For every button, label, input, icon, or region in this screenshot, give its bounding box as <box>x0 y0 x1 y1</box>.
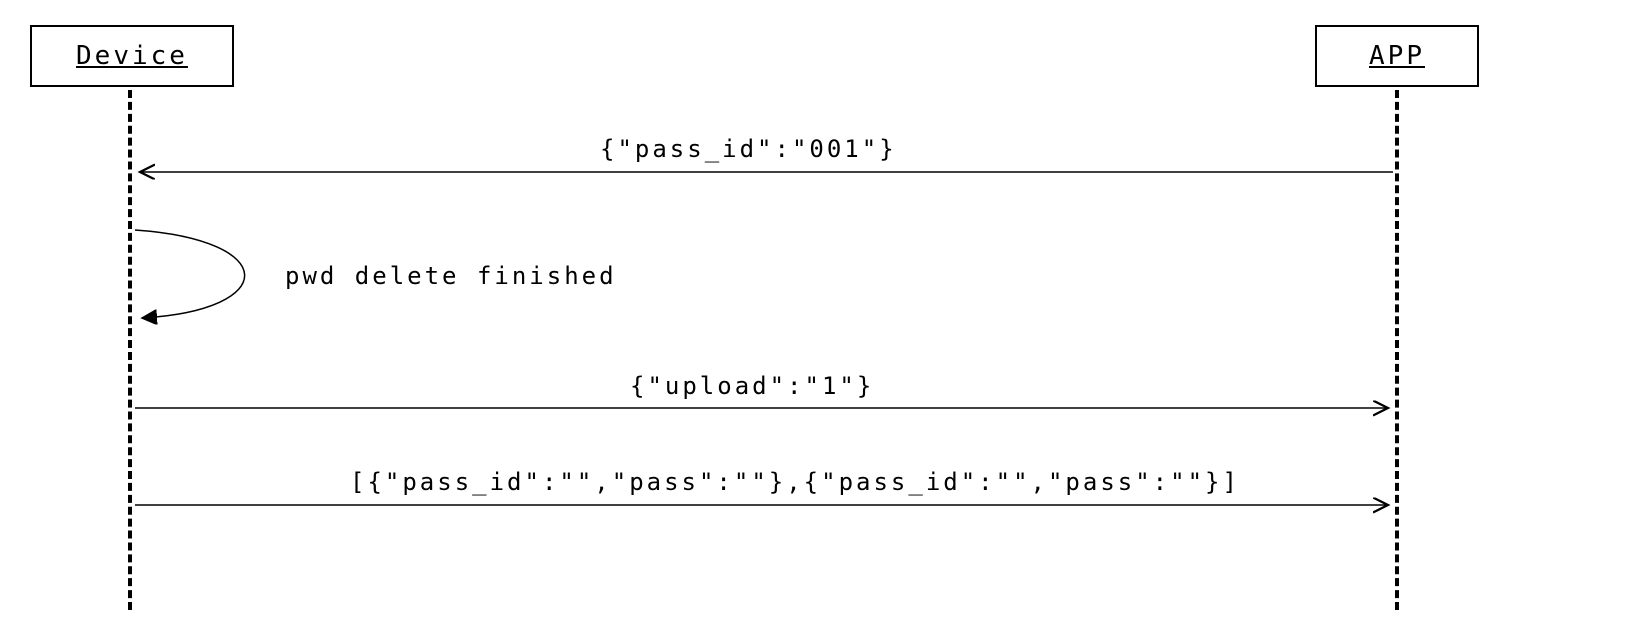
arrows-layer <box>0 0 1634 638</box>
message-label-3: [{"pass_id":"","pass":""},{"pass_id":"",… <box>350 468 1240 496</box>
self-message-loop <box>135 230 245 318</box>
sequence-diagram: Device APP {"pass_id":"001"} pwd delete … <box>0 0 1634 638</box>
message-label-1: {"pass_id":"001"} <box>600 135 897 163</box>
message-label-2: {"upload":"1"} <box>630 372 874 400</box>
self-message-label: pwd delete finished <box>285 262 617 290</box>
